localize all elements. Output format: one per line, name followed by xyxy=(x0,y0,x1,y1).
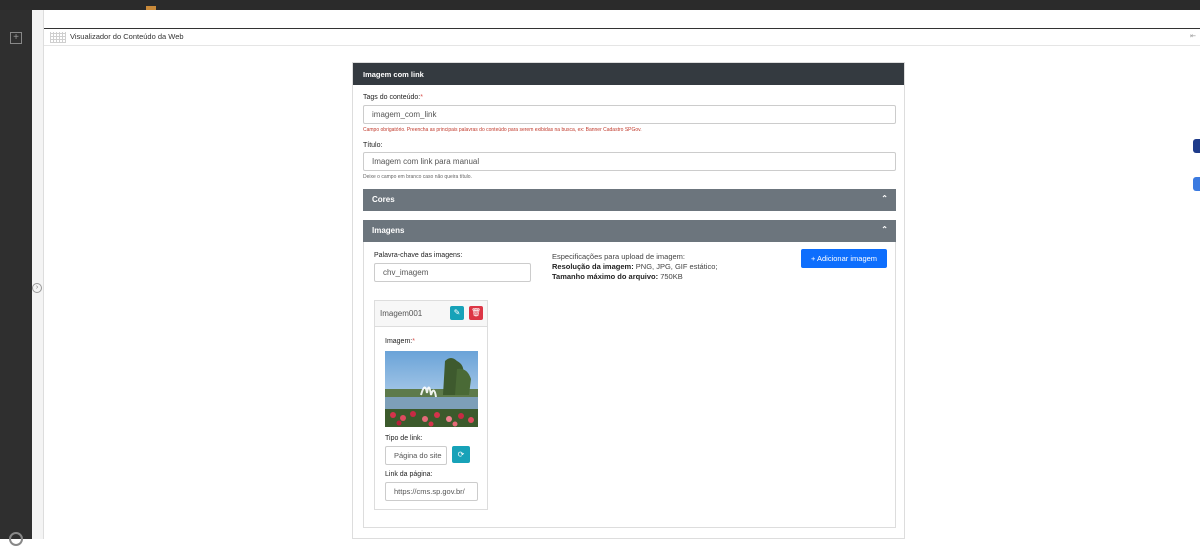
keyword-input[interactable]: chv_imagem xyxy=(374,263,531,282)
title-label: Título: xyxy=(363,142,383,149)
left-rail: + xyxy=(0,10,32,546)
imagens-body: Palavra-chave das imagens: chv_imagem Es… xyxy=(363,242,896,528)
floating-button-2[interactable] xyxy=(1193,177,1200,191)
image-item-card: Imagem001 ✎ 🗑 Imagem:* Tipo de link: Pág… xyxy=(374,300,488,510)
image-preview[interactable] xyxy=(385,351,478,427)
section-imagens-label: Imagens xyxy=(372,226,405,235)
section-imagens[interactable]: Imagens ⌃ xyxy=(363,220,896,242)
keyword-label: Palavra-chave das imagens: xyxy=(374,252,463,259)
chevron-up-icon: ⌃ xyxy=(881,225,888,234)
add-image-button[interactable]: + Adicionar imagem xyxy=(801,249,887,268)
tags-label: Tags do conteúdo:* xyxy=(363,94,423,101)
back-arrow-icon[interactable]: ⇤ xyxy=(1190,32,1196,40)
link-type-label: Tipo de link: xyxy=(385,435,423,442)
pencil-icon[interactable]: ✎ xyxy=(450,306,464,320)
section-cores[interactable]: Cores ⌃ xyxy=(363,189,896,211)
tags-input[interactable]: imagem_com_link xyxy=(363,105,896,124)
secondary-rail: › xyxy=(32,10,44,539)
spec-title: Especificações para upload de imagem: xyxy=(552,252,685,261)
expand-icon[interactable]: + xyxy=(10,32,22,44)
panel-title: Visualizador do Conteúdo da Web xyxy=(70,32,184,41)
spec-res-value: PNG, JPG, GIF estático; xyxy=(633,262,718,271)
spec-size-value: 750KB xyxy=(658,272,683,281)
top-bar xyxy=(0,0,1200,10)
spec-size-label: Tamanho máximo do arquivo: xyxy=(552,272,659,281)
link-type-select[interactable]: Página do site xyxy=(385,446,447,465)
link-input[interactable]: https://cms.sp.gov.br/ xyxy=(385,482,478,501)
upload-specs: Especificações para upload de imagem: Re… xyxy=(552,252,717,282)
toggle-panel-icon[interactable]: › xyxy=(32,283,42,293)
image-label: Imagem:* xyxy=(385,338,415,345)
spec-res-label: Resolução da imagem: xyxy=(552,262,634,271)
refresh-icon[interactable]: ⟳ xyxy=(452,446,470,463)
floating-button-1[interactable] xyxy=(1193,139,1200,153)
chevron-up-icon: ⌃ xyxy=(881,194,888,203)
link-label: Link da página: xyxy=(385,471,433,478)
trash-icon[interactable]: 🗑 xyxy=(469,306,483,320)
content-card: Imagem com link Tags do conteúdo:* image… xyxy=(352,62,905,539)
panel-titlebar: Visualizador do Conteúdo da Web ⇤ xyxy=(44,28,1200,46)
card-title: Imagem com link xyxy=(353,63,904,85)
title-input[interactable]: Imagem com link para manual xyxy=(363,152,896,171)
tags-help: Campo obrigatório. Preencha as principai… xyxy=(363,127,642,133)
circle-icon[interactable] xyxy=(9,532,23,546)
section-cores-label: Cores xyxy=(372,195,395,204)
top-accent xyxy=(146,6,156,10)
title-help: Deixe o campo em branco caso não queira … xyxy=(363,174,472,180)
grid-icon xyxy=(50,32,66,43)
